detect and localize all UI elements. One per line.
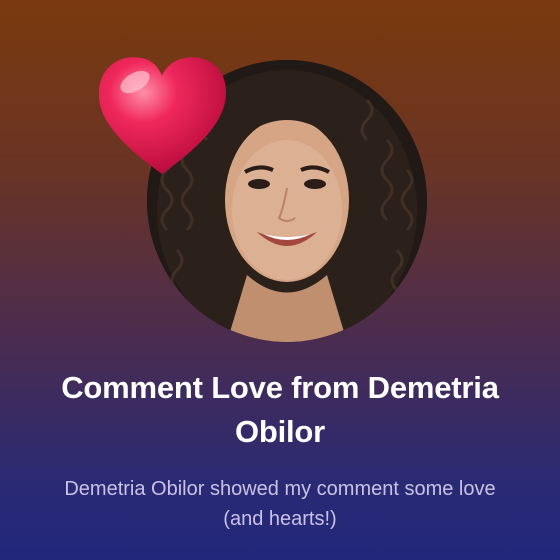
subtitle: Demetria Obilor showed my comment some l… xyxy=(64,478,496,530)
comment-love-card: Comment Love from Demetria Obilor Demetr… xyxy=(0,0,560,560)
page-title: Comment Love from Demetria Obilor xyxy=(61,370,499,449)
heart-icon xyxy=(95,52,230,180)
